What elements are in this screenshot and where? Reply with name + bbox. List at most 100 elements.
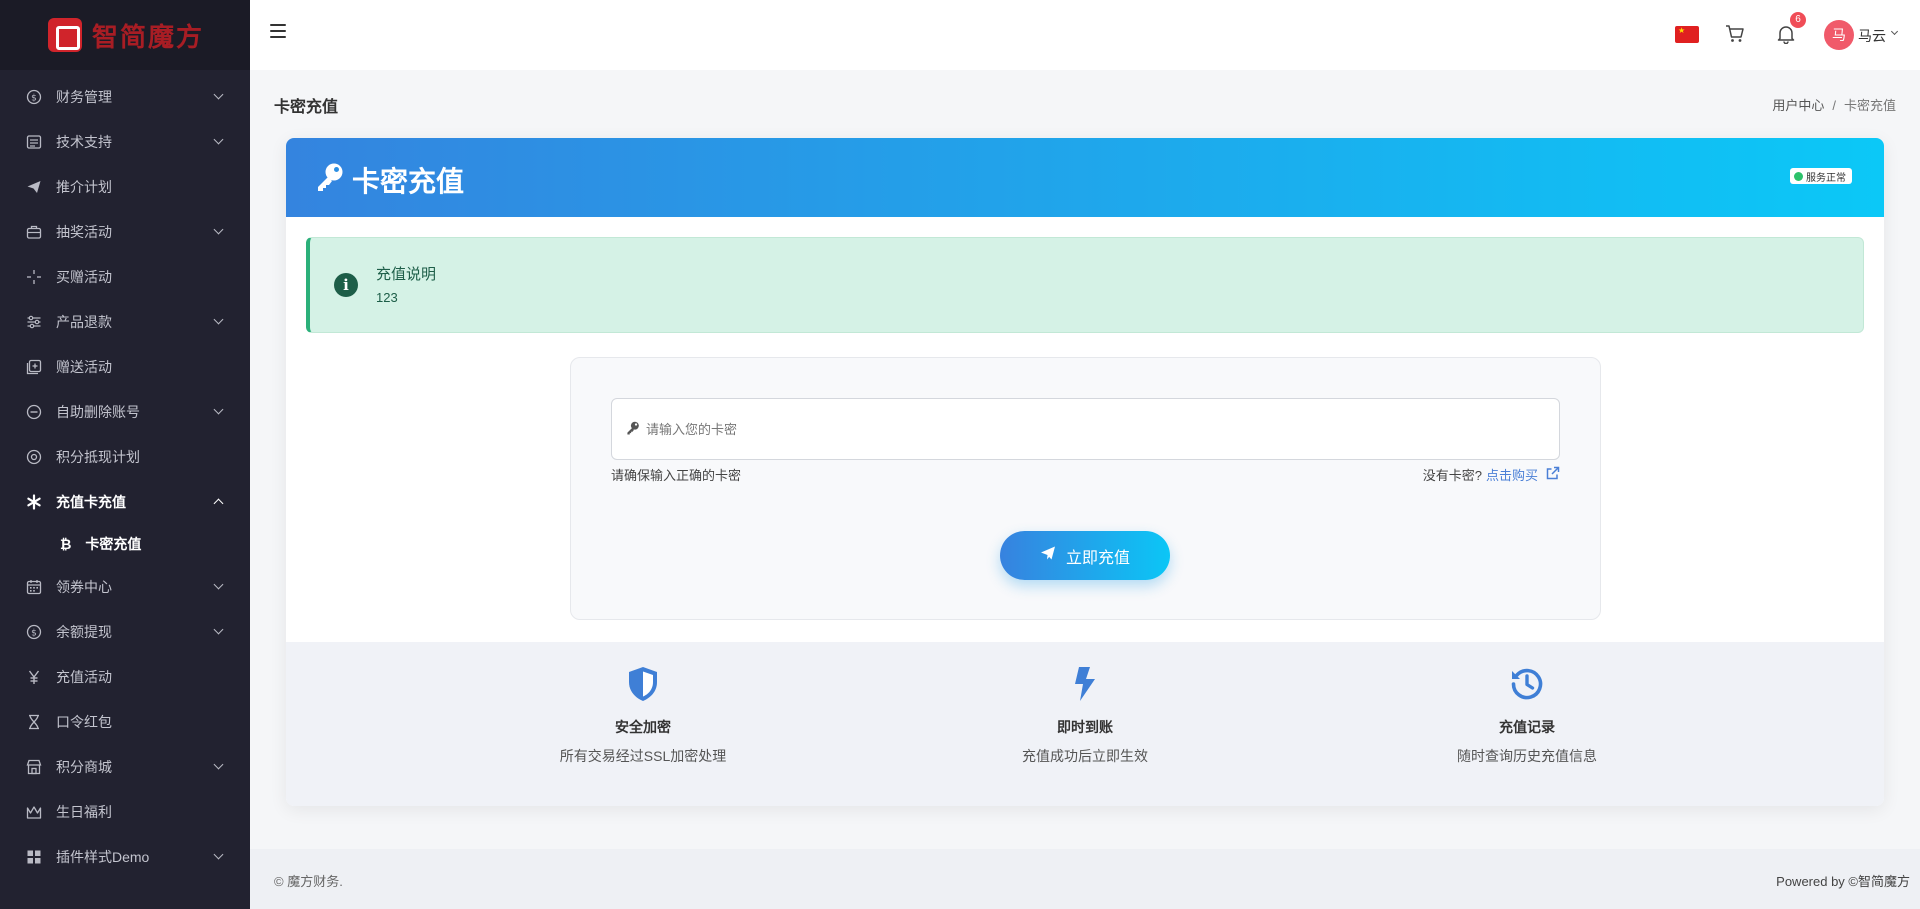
sidebar-item-label: 余额提现 bbox=[56, 623, 112, 640]
notice-text: 123 bbox=[376, 290, 398, 305]
send-icon bbox=[1040, 545, 1056, 566]
feature-desc: 随时查询历史充值信息 bbox=[1457, 748, 1597, 764]
target-icon bbox=[26, 449, 42, 465]
feature-desc: 充值成功后立即生效 bbox=[1022, 748, 1148, 764]
sidebar-item-withdraw[interactable]: $ 余额提现 bbox=[0, 609, 250, 654]
sidebar-item-recharge-activity[interactable]: 充值活动 bbox=[0, 654, 250, 699]
sidebar-item-finance[interactable]: $ 财务管理 bbox=[0, 74, 250, 119]
chevron-down-icon bbox=[213, 759, 224, 770]
recharge-card: 卡密充值 服务正常 i 充值说明 123 请确保输入正确的卡密 没有卡密? 点击… bbox=[286, 138, 1884, 806]
buy-card-row: 没有卡密? 点击购买 bbox=[1423, 465, 1560, 484]
chevron-down-icon bbox=[213, 849, 224, 860]
feature-title: 充值记录 bbox=[1499, 719, 1555, 735]
sidebar-item-coupons[interactable]: 领券中心 bbox=[0, 564, 250, 609]
bitcoin-icon: ₿ bbox=[60, 536, 72, 552]
dollar-circle-icon: $ bbox=[26, 89, 42, 105]
breadcrumb-home-link[interactable]: 用户中心 bbox=[1772, 98, 1824, 113]
sidebar-item-label: 抽奖活动 bbox=[56, 223, 112, 240]
store-icon bbox=[26, 759, 42, 775]
card-header: 卡密充值 服务正常 bbox=[286, 138, 1884, 217]
asterisk-icon bbox=[26, 493, 42, 510]
buy-card-link[interactable]: 点击购买 bbox=[1486, 465, 1538, 484]
chevron-down-icon bbox=[213, 579, 224, 590]
gift-box-icon bbox=[26, 359, 42, 375]
card-title: 卡密充值 bbox=[352, 166, 465, 197]
sidebar-item-label: 赠送活动 bbox=[56, 358, 112, 375]
sidebar-item-birthday[interactable]: 生日福利 bbox=[0, 789, 250, 834]
hourglass-icon bbox=[26, 714, 42, 730]
no-card-text: 没有卡密? bbox=[1422, 468, 1482, 483]
recharge-submit-label: 立即充值 bbox=[1065, 549, 1130, 567]
notification-bell-icon[interactable] bbox=[1776, 24, 1796, 49]
status-text: 服务正常 bbox=[1806, 172, 1846, 184]
sidebar-item-label: 自助删除账号 bbox=[56, 403, 140, 420]
sliders-icon bbox=[26, 314, 42, 330]
sidebar-item-label: 买赠活动 bbox=[56, 268, 112, 285]
avatar[interactable]: 马 bbox=[1824, 20, 1854, 50]
notice-title: 充值说明 bbox=[376, 266, 437, 283]
china-flag-icon[interactable] bbox=[1675, 26, 1699, 43]
document-icon bbox=[26, 134, 42, 150]
feature-history: 充值记录 随时查询历史充值信息 bbox=[1327, 642, 1727, 766]
sidebar-item-plugin-demo[interactable]: 插件样式Demo bbox=[0, 834, 250, 879]
menu-toggle-icon[interactable] bbox=[270, 24, 286, 42]
history-icon bbox=[1511, 668, 1543, 700]
dollar-circle-icon: $ bbox=[26, 624, 42, 640]
feature-strip: 安全加密 所有交易经过SSL加密处理 即时到账 充值成功后立即生效 充值记录 随… bbox=[286, 642, 1884, 806]
sidebar-item-card-recharge[interactable]: 充值卡充值 bbox=[0, 479, 250, 524]
chevron-down-icon bbox=[213, 134, 224, 145]
chevron-down-icon bbox=[213, 624, 224, 635]
info-icon: i bbox=[334, 273, 358, 297]
status-badge: 服务正常 bbox=[1790, 168, 1852, 184]
crown-icon bbox=[26, 804, 42, 820]
input-hint: 请确保输入正确的卡密 bbox=[611, 468, 742, 483]
external-link-icon[interactable] bbox=[1546, 466, 1560, 483]
chevron-down-icon bbox=[213, 314, 224, 325]
sidebar-item-delete-account[interactable]: 自助删除账号 bbox=[0, 389, 250, 434]
card-code-field[interactable] bbox=[611, 398, 1560, 460]
cart-icon[interactable] bbox=[1725, 24, 1745, 49]
key-icon bbox=[626, 421, 640, 440]
notification-count-badge: 6 bbox=[1790, 12, 1806, 28]
chevron-down-icon bbox=[213, 89, 224, 100]
sidebar-item-giveaway[interactable]: 赠送活动 bbox=[0, 344, 250, 389]
sidebar-item-refund[interactable]: 产品退款 bbox=[0, 299, 250, 344]
chevron-down-icon bbox=[213, 224, 224, 235]
sidebar: 智简魔方 $ 财务管理 技术支持 推介计划 抽奖活动 买赠活动 产品退款 赠送活… bbox=[0, 0, 250, 909]
sidebar-item-red-packet[interactable]: 口令红包 bbox=[0, 699, 250, 744]
recharge-notice: i 充值说明 123 bbox=[306, 237, 1864, 333]
sidebar-item-points-cash[interactable]: 积分抵现计划 bbox=[0, 434, 250, 479]
brand-logo-icon bbox=[48, 18, 82, 52]
sidebar-item-buy-gift[interactable]: 买赠活动 bbox=[0, 254, 250, 299]
footer: © 魔方财务. Powered by ©智简魔方 bbox=[250, 849, 1920, 909]
sidebar-item-label: 领券中心 bbox=[56, 578, 112, 595]
card-code-input[interactable] bbox=[646, 399, 1546, 459]
sidebar-subitem-label: 卡密充值 bbox=[85, 536, 142, 552]
chevron-down-icon bbox=[213, 404, 224, 415]
username[interactable]: 马云 bbox=[1858, 26, 1886, 46]
briefcase-icon bbox=[26, 224, 42, 240]
minus-circle-icon bbox=[26, 404, 42, 420]
sidebar-item-referral[interactable]: 推介计划 bbox=[0, 164, 250, 209]
sidebar-item-points-mall[interactable]: 积分商城 bbox=[0, 744, 250, 789]
sidebar-item-label: 积分商城 bbox=[56, 758, 112, 775]
chevron-down-icon[interactable] bbox=[1890, 27, 1899, 36]
chevron-up-icon bbox=[213, 498, 224, 508]
sidebar-item-label: 生日福利 bbox=[56, 803, 112, 820]
sidebar-item-label: 插件样式Demo bbox=[56, 848, 150, 865]
breadcrumb-current: 卡密充值 bbox=[1843, 98, 1896, 113]
feature-title: 即时到账 bbox=[1057, 719, 1113, 735]
shield-icon bbox=[629, 667, 657, 701]
logo[interactable]: 智简魔方 bbox=[0, 0, 250, 70]
send-icon bbox=[26, 179, 42, 195]
brand-logo-text: 智简魔方 bbox=[92, 21, 205, 52]
sidebar-item-support[interactable]: 技术支持 bbox=[0, 119, 250, 164]
feature-title: 安全加密 bbox=[615, 719, 671, 735]
breadcrumb-separator: / bbox=[1832, 98, 1836, 113]
sidebar-subitem-card-password-recharge[interactable]: ₿ 卡密充值 bbox=[0, 524, 250, 564]
grid-icon bbox=[26, 849, 42, 865]
recharge-form: 请确保输入正确的卡密 没有卡密? 点击购买 立即充值 bbox=[570, 357, 1601, 620]
sidebar-item-lottery[interactable]: 抽奖活动 bbox=[0, 209, 250, 254]
feature-instant: 即时到账 充值成功后立即生效 bbox=[885, 642, 1285, 766]
recharge-submit-button[interactable]: 立即充值 bbox=[1000, 531, 1170, 580]
